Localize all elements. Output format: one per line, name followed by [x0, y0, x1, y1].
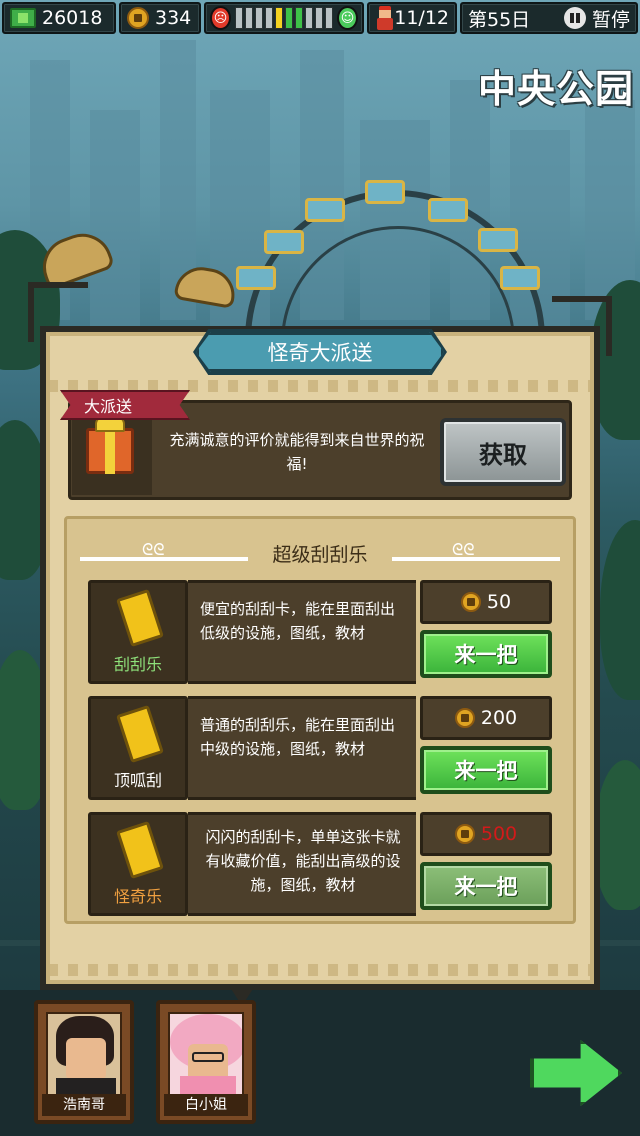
- play-button[interactable]: 来一把: [420, 630, 552, 678]
- scratch-card-row: 刮刮乐 便宜的刮刮卡，能在里面刮出低级的设施，图纸，教材 50 来一把: [88, 580, 554, 684]
- coin-icon: [454, 824, 475, 844]
- play-button[interactable]: 来一把: [420, 746, 552, 794]
- pause-label: 暂停: [591, 8, 630, 31]
- get-reward-button[interactable]: 获取: [440, 418, 566, 486]
- price-value: 500: [480, 823, 518, 845]
- top-hud: 26018 334 ☹ ☺ 11/12 第55日 暂停: [0, 0, 640, 36]
- card-price: 50: [420, 580, 552, 624]
- coin-value: 334: [155, 7, 192, 29]
- play-button[interactable]: 来一把: [420, 862, 552, 910]
- character-card[interactable]: 白小姐: [156, 1000, 256, 1124]
- coin-icon: [460, 592, 481, 612]
- mood-meter: ☹ ☺: [204, 2, 364, 34]
- day-pause-box: 第55日 暂停: [460, 2, 638, 34]
- character-card[interactable]: 浩南哥: [34, 1000, 134, 1124]
- card-image-box: 怪奇乐: [88, 812, 188, 916]
- scratch-card-icon: [116, 704, 164, 764]
- tree: [595, 760, 640, 910]
- card-name: 顶呱刮: [113, 771, 162, 790]
- happy-face-icon: ☺: [337, 6, 358, 30]
- avatar: [46, 1012, 122, 1096]
- card-description: 普通的刮刮乐，能在里面刮出中级的设施，图纸，教材: [188, 696, 416, 800]
- cash-icon: [10, 8, 36, 28]
- ferris-cabin: [478, 228, 518, 252]
- gift-description: 充满诚意的评价就能得到来自世界的祝福!: [169, 431, 425, 473]
- staff-counter: 11/12: [367, 2, 457, 34]
- money-counter: 26018: [2, 2, 116, 34]
- scratch-title: 超级刮刮乐: [272, 544, 368, 566]
- ferris-cabin: [365, 180, 405, 204]
- card-name: 怪奇乐: [113, 887, 162, 906]
- scratch-card-icon: [116, 588, 164, 648]
- scratch-card-icon: [116, 820, 164, 880]
- coin-icon: [454, 708, 475, 728]
- coin-icon: [127, 7, 149, 29]
- price-value: 200: [480, 707, 518, 729]
- coin-counter: 334: [119, 2, 201, 34]
- card-description: 闪闪的刮刮卡，单单这张卡就有收藏价值，能刮出高级的设施，图纸，教材: [188, 812, 416, 916]
- pause-icon: [563, 7, 586, 29]
- card-image-box: 刮刮乐: [88, 580, 188, 684]
- card-image-box: 顶呱刮: [88, 696, 188, 800]
- scratch-card-row: 怪奇乐 闪闪的刮刮卡，单单这张卡就有收藏价值，能刮出高级的设施，图纸，教材 500 来…: [88, 812, 554, 916]
- skyline-building: [90, 110, 140, 330]
- card-price: 200: [420, 696, 552, 740]
- price-value: 50: [486, 591, 512, 613]
- ferris-cabin: [264, 230, 304, 254]
- gift-box-icon: [86, 428, 134, 474]
- gift-tag: 大派送: [60, 390, 190, 420]
- ferris-cabin: [428, 198, 468, 222]
- day-label: 第55日: [468, 8, 531, 31]
- location-title: 中央公园: [477, 67, 634, 111]
- scratch-card-row: 顶呱刮 普通的刮刮乐，能在里面刮出中级的设施，图纸，教材 200 来一把: [88, 696, 554, 800]
- pause-button[interactable]: 暂停: [563, 5, 630, 32]
- ferris-cabin: [500, 266, 540, 290]
- card-price: 500: [420, 812, 552, 856]
- ferris-cabin: [236, 266, 276, 290]
- angry-face-icon: ☹: [210, 6, 231, 30]
- avatar: [168, 1012, 244, 1096]
- character-name: 白小姐: [164, 1094, 248, 1116]
- ferris-cabin: [305, 198, 345, 222]
- mood-bar: [235, 7, 333, 29]
- dialog-title: 怪奇大派送: [196, 332, 444, 372]
- zigzag-border: [48, 964, 592, 976]
- card-name: 刮刮乐: [113, 655, 162, 674]
- person-icon: [375, 6, 394, 30]
- staff-value: 11/12: [394, 7, 449, 29]
- character-name: 浩南哥: [42, 1094, 126, 1116]
- money-value: 26018: [42, 7, 103, 29]
- card-description: 便宜的刮刮卡，能在里面刮出低级的设施，图纸，教材: [188, 580, 416, 684]
